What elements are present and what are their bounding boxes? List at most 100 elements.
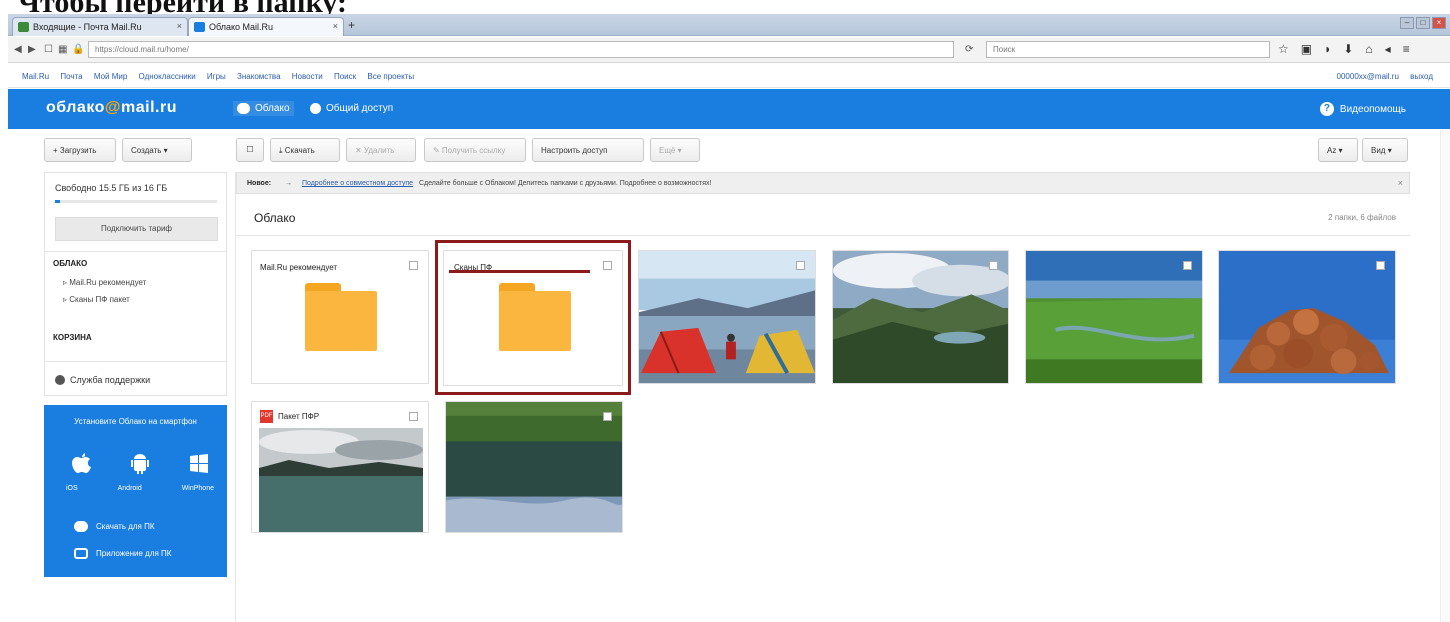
home-icon[interactable]: ⌂ [1365,42,1372,56]
tab-label: Входящие - Почта Mail.Ru [33,22,142,32]
tile-checkbox[interactable] [409,261,418,270]
search-input[interactable]: Поиск [986,41,1270,58]
nav-cloud-label: Облако [255,103,290,114]
android-icon[interactable] [129,451,151,481]
pocket-icon[interactable]: ◗ [1324,42,1331,56]
browser-nav-bar: ◀ ▶ ☐ ▦ 🔒 https://cloud.mail.ru/home/ ⟳ … [8,37,1450,63]
new-tab-button[interactable]: + [348,18,355,32]
user-account[interactable]: 00000xx@mail.ru [1337,72,1399,81]
select-all-checkbox[interactable]: ☐ [236,138,264,162]
download-for-pc-link[interactable]: Скачать для ПК [74,521,155,532]
sidebar-cloud-heading[interactable]: ОБЛАКО [53,259,87,268]
bookmark-item[interactable]: Все проекты [367,72,414,81]
close-tab-icon[interactable]: × [177,21,182,31]
sidebar: Свободно 15.5 ГБ из 16 ГБ Подключить тар… [44,172,227,396]
tile-checkbox[interactable] [989,261,998,270]
nav-cloud[interactable]: Облако [233,101,294,116]
close-tab-icon[interactable]: × [333,21,338,31]
back-icon[interactable]: ◀ [14,44,22,55]
photo-mountains [833,251,1008,383]
pc-app-link[interactable]: Приложение для ПК [74,548,171,559]
os-labels: iOS Android WinPhone [66,485,214,492]
photo-tile[interactable] [638,250,816,384]
windows-icon[interactable] [188,451,210,481]
apple-icon[interactable] [70,451,92,481]
tile-checkbox[interactable] [1183,261,1192,270]
user-area: 00000xx@mail.ru выход [1337,72,1442,81]
winphone-label[interactable]: WinPhone [182,485,214,492]
bookmark-item[interactable]: Почта [60,72,82,81]
download-button[interactable]: ⤓ Скачать [270,138,340,162]
upgrade-plan-button[interactable]: Подключить тариф [55,217,218,241]
reload-icon[interactable]: ⟳ [965,44,973,55]
tab-mail[interactable]: Входящие - Почта Mail.Ru × [12,17,188,36]
bookmark-item[interactable]: Поиск [334,72,356,81]
send-icon[interactable]: ◂ [1385,42,1391,56]
support-link[interactable]: Служба поддержки [55,375,150,385]
get-link-button[interactable]: ✎ Получить ссылку [424,138,526,162]
close-window-button[interactable]: × [1432,17,1446,29]
tab-cloud[interactable]: Облако Mail.Ru × [188,17,344,36]
tab-label: Облако Mail.Ru [209,22,274,32]
photo-tile[interactable] [832,250,1009,384]
bookmark-item[interactable]: Игры [207,72,226,81]
delete-button[interactable]: ✕ Удалить [346,138,416,162]
photo-tile[interactable] [1218,250,1396,384]
bookmark-star-icon[interactable]: ☆ [1278,42,1289,56]
bookmark-item[interactable]: Одноклассники [139,72,196,81]
nav-shared[interactable]: Общий доступ [310,103,393,114]
sidebar-trash[interactable]: КОРЗИНА [53,333,92,342]
folder-header: Облако 2 папки, 6 файлов [236,198,1410,236]
sort-button[interactable]: Az ▾ [1318,138,1358,162]
view-button[interactable]: Вид ▾ [1362,138,1408,162]
os-icons [70,451,210,481]
minimize-button[interactable]: – [1400,17,1414,29]
photo-tile[interactable] [445,401,623,533]
forward-icon[interactable]: ▶ [28,44,36,55]
tile-checkbox[interactable] [796,261,805,270]
sidebar-folder-item[interactable]: ▹ Mail.Ru рекомендует [63,278,146,287]
share-access-button[interactable]: Настроить доступ [532,138,644,162]
banner-arrow: → [285,180,292,187]
photo-valley [1026,251,1202,383]
help-link[interactable]: ? Видеопомощь [1319,102,1406,116]
tile-checkbox[interactable] [1376,261,1385,270]
browser-toolbar-icons: ☆ ▣ ◗ ⬇ ⌂ ◂ ≡ [1278,42,1410,56]
upload-button[interactable]: + Загрузить [44,138,116,162]
scrollbar[interactable] [1440,130,1450,622]
more-button[interactable]: Ещё ▾ [650,138,700,162]
android-label[interactable]: Android [118,485,142,492]
bookmark-item[interactable]: Мой Мир [94,72,127,81]
bookmark-item[interactable]: Новости [292,72,323,81]
tile-checkbox[interactable] [603,412,612,421]
clipboard-icon[interactable]: ▣ [1301,42,1312,56]
tile-checkbox[interactable] [409,412,418,421]
banner-link[interactable]: Подробнее о совместном доступе [302,180,413,187]
lock-icon: 🔒 [72,44,85,55]
bookmark-item[interactable]: Mail.Ru [22,72,49,81]
maximize-button[interactable]: □ [1416,17,1430,29]
quota-fill [55,200,60,203]
bookmark-item[interactable]: Знакомства [237,72,281,81]
sidebar-folder-item[interactable]: ▹ Сканы ПФ пакет [63,295,130,304]
pdf-tile[interactable]: PDF Пакет ПФР [251,401,429,533]
folder-tile[interactable]: Mail.Ru рекомендует [251,250,429,384]
menu-icon[interactable]: ≡ [1403,42,1410,56]
sidebar-divider [45,361,226,362]
photo-tents [639,251,815,383]
create-button[interactable]: Создать ▾ [122,138,192,162]
sidebar-divider [45,251,226,252]
nav-shared-label: Общий доступ [326,103,394,114]
folder-icon [305,283,377,351]
url-bar[interactable]: https://cloud.mail.ru/home/ [88,41,954,58]
logout-link[interactable]: выход [1410,72,1433,81]
content-divider [235,172,236,622]
reader-icon[interactable]: ▦ [58,44,67,55]
close-icon[interactable]: × [1398,178,1403,188]
cloud-logo[interactable]: облако@mail.ru [46,99,177,117]
identity-icon[interactable]: ☐ [44,44,53,55]
quota-bar [55,200,217,203]
ios-label[interactable]: iOS [66,485,78,492]
download-icon[interactable]: ⬇ [1343,42,1353,56]
photo-tile[interactable] [1025,250,1203,384]
